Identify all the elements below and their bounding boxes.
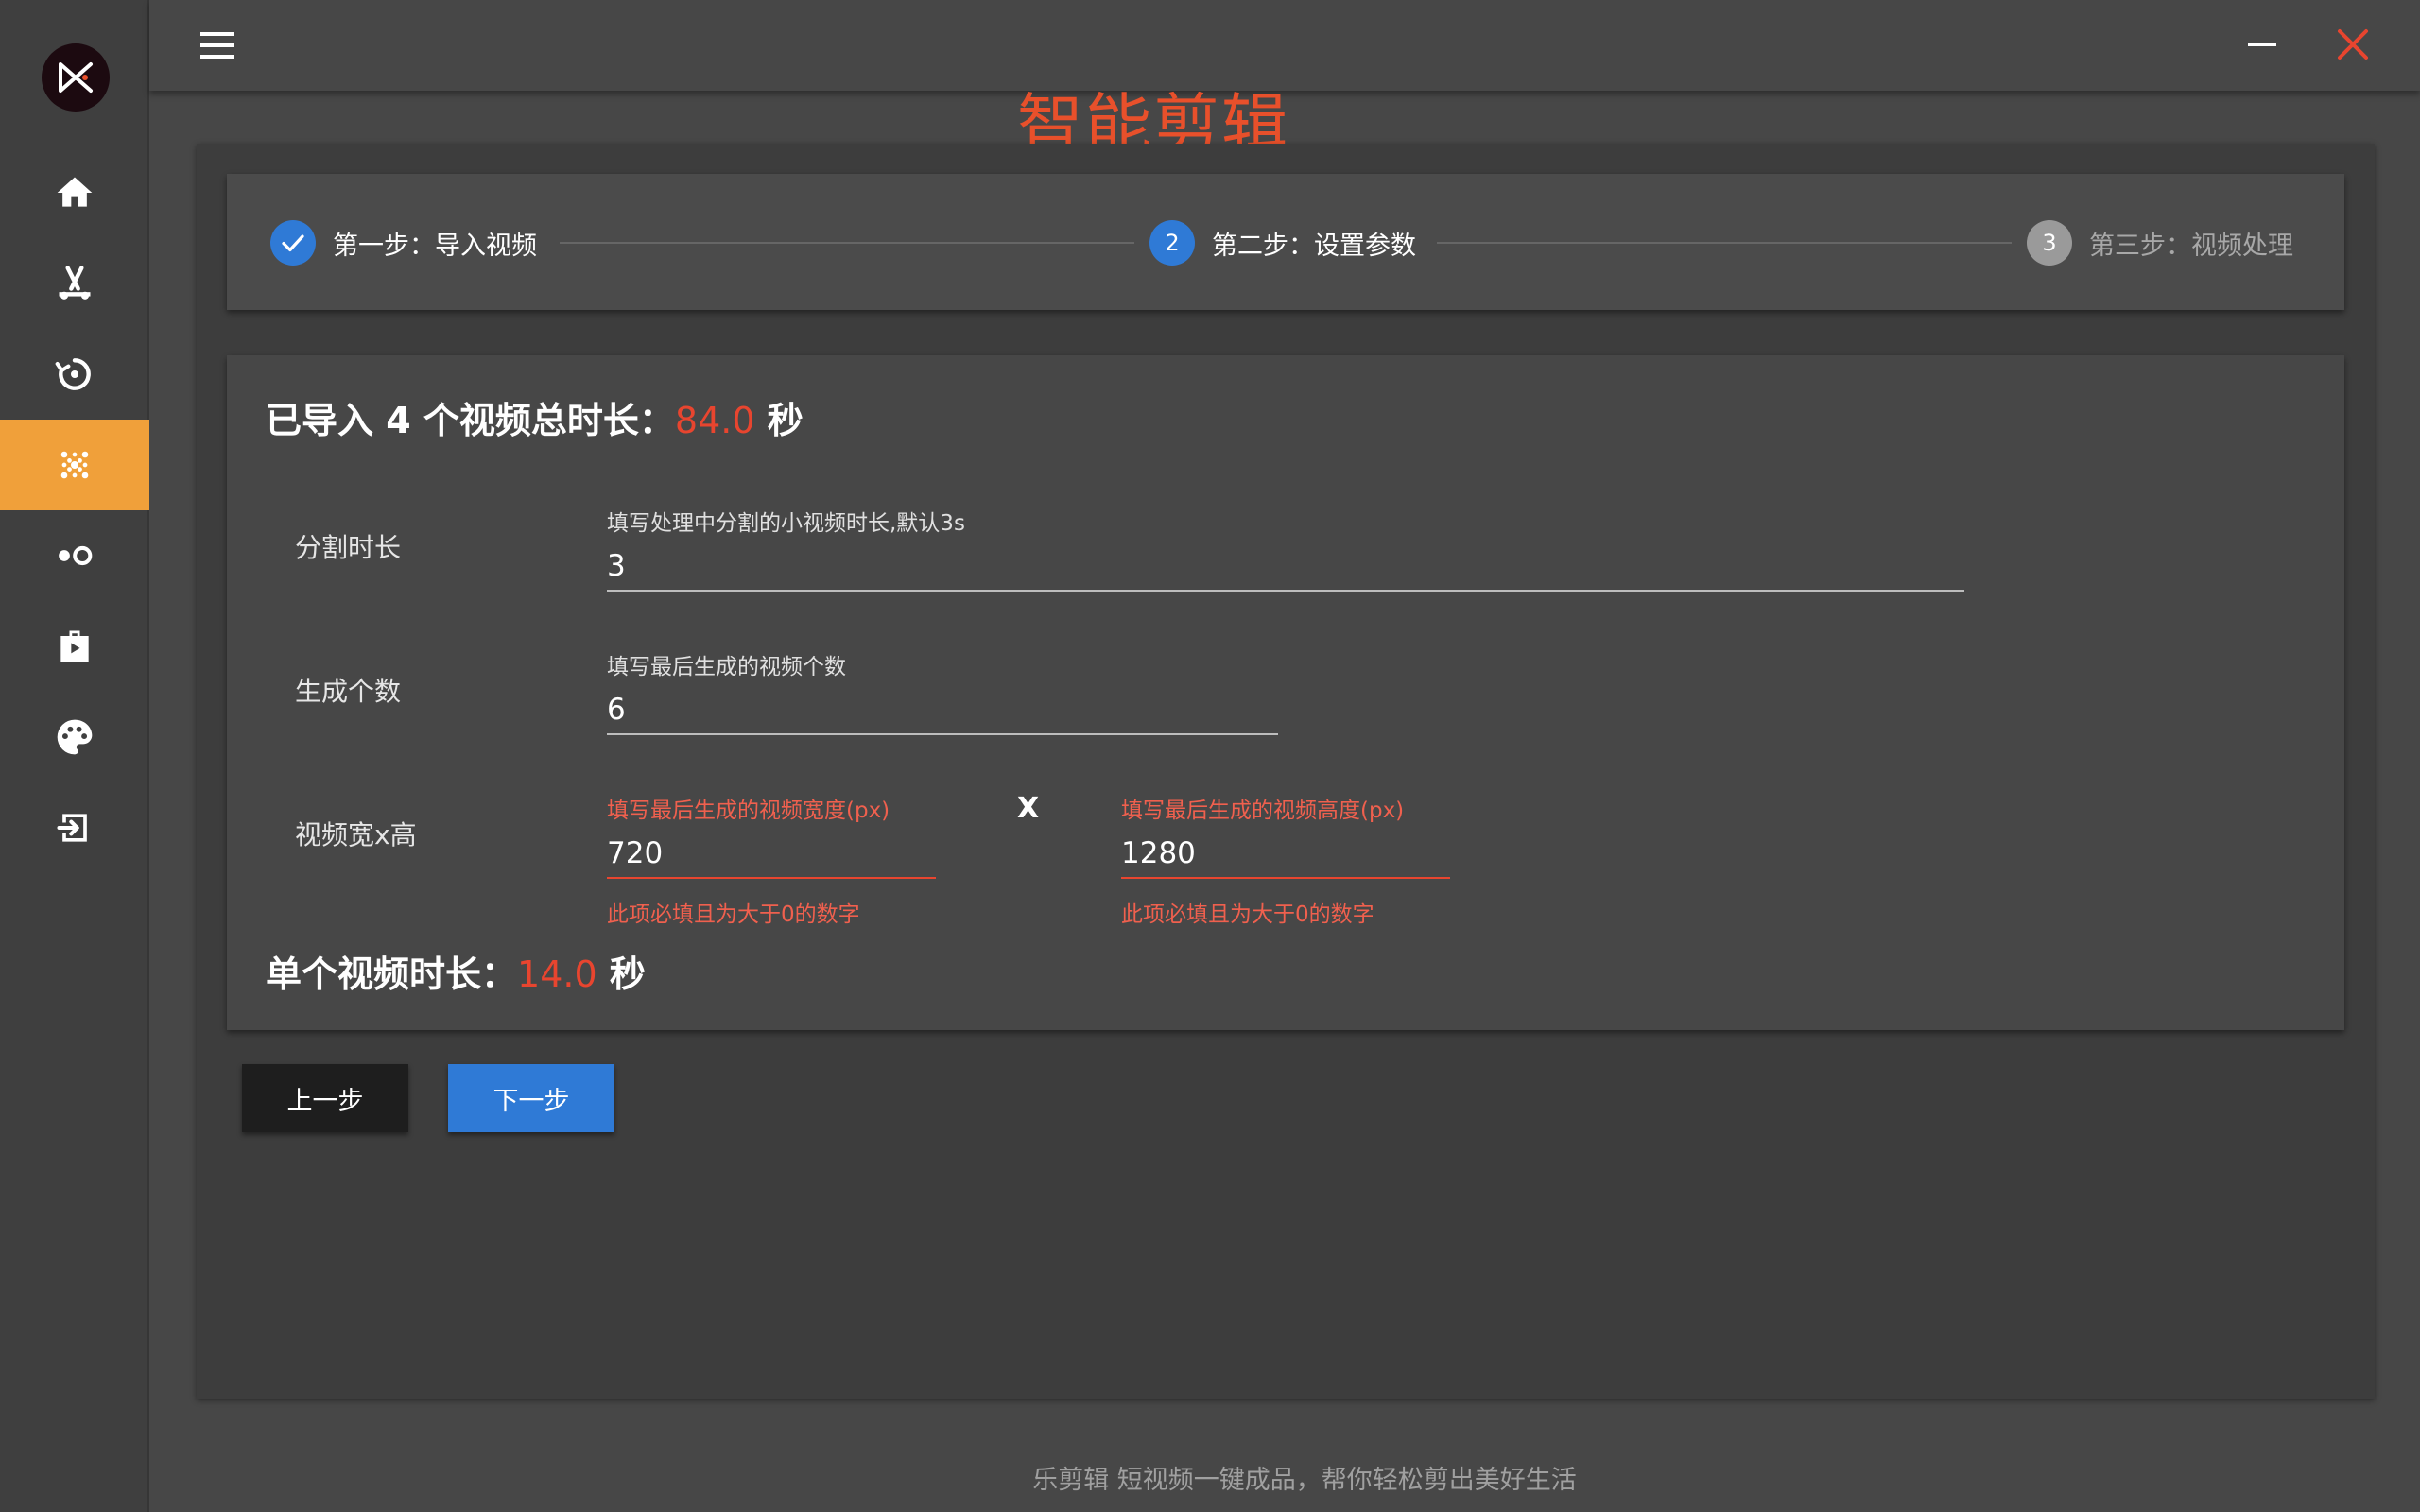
total-duration-value: 84.0 bbox=[674, 400, 755, 441]
hamburger-menu-icon[interactable] bbox=[199, 28, 236, 62]
sidebar-item-smart-edit[interactable] bbox=[0, 420, 149, 510]
step-params: 2 第二步：设置参数 bbox=[1150, 219, 1416, 266]
logout-icon bbox=[57, 814, 87, 842]
sidebar-item-cut[interactable] bbox=[0, 238, 149, 329]
video-width-error: 此项必填且为大于0的数字 bbox=[607, 902, 860, 927]
sidebar-item-toolbox[interactable] bbox=[0, 601, 149, 692]
video-height-hint: 填写最后生成的视频高度(px) bbox=[1121, 799, 1405, 823]
stepper: 第一步：导入视频 2 第二步：设置参数 3 第三步：视频处理 bbox=[227, 174, 2344, 310]
video-count-hint: 填写最后生成的视频个数 bbox=[607, 655, 846, 679]
total-duration-summary: 已导入 4 个视频总时长：84.0 秒 bbox=[266, 391, 804, 443]
video-count-input[interactable] bbox=[607, 690, 1278, 730]
single-unit: 秒 bbox=[609, 954, 646, 995]
check-icon bbox=[282, 234, 304, 252]
dots-grid-icon bbox=[60, 451, 89, 479]
single-duration-value: 14.0 bbox=[517, 954, 597, 995]
sidebar-item-toggle[interactable] bbox=[0, 510, 149, 601]
step-import: 第一步：导入视频 bbox=[270, 219, 537, 266]
sidebar bbox=[0, 0, 149, 1512]
split-duration-field: 填写处理中分割的小视频时长,默认3s bbox=[607, 505, 1964, 592]
split-duration-label: 分割时长 bbox=[295, 532, 402, 563]
split-duration-hint: 填写处理中分割的小视频时长,默认3s bbox=[607, 511, 965, 536]
field-underline bbox=[1121, 877, 1450, 879]
minimize-icon[interactable] bbox=[2246, 28, 2278, 60]
video-height-error: 此项必填且为大于0的数字 bbox=[1121, 902, 1374, 927]
sidebar-item-logout[interactable] bbox=[0, 782, 149, 873]
toggle-dots-icon bbox=[59, 545, 93, 566]
step-label: 第一步：导入视频 bbox=[333, 231, 537, 261]
home-icon bbox=[57, 177, 93, 207]
step-process: 3 第三步：视频处理 bbox=[2027, 219, 2293, 266]
params-card bbox=[227, 355, 2344, 1030]
video-count-label: 生成个数 bbox=[295, 676, 402, 707]
single-duration-summary: 单个视频时长：14.0 秒 bbox=[266, 945, 646, 997]
next-step-button[interactable]: 下一步 bbox=[448, 1064, 614, 1132]
scissors-icon bbox=[59, 266, 91, 300]
video-width-field: 填写最后生成的视频宽度(px) 此项必填且为大于0的数字 bbox=[607, 792, 936, 928]
step-label: 第二步：设置参数 bbox=[1212, 231, 1416, 261]
field-underline bbox=[607, 590, 1964, 592]
video-width-hint: 填写最后生成的视频宽度(px) bbox=[607, 799, 890, 823]
close-icon[interactable] bbox=[2335, 26, 2371, 62]
video-height-input[interactable] bbox=[1121, 833, 1450, 873]
step-connector bbox=[1437, 242, 2012, 244]
video-height-field: 填写最后生成的视频高度(px) 此项必填且为大于0的数字 bbox=[1121, 792, 1450, 928]
sidebar-item-history[interactable] bbox=[0, 329, 149, 420]
step-number: 2 bbox=[1150, 220, 1195, 266]
step-connector bbox=[560, 242, 1134, 244]
prev-step-button[interactable]: 上一步 bbox=[242, 1064, 408, 1132]
summary-prefix: 已导入 4 个视频总时长： bbox=[266, 400, 675, 441]
video-width-input[interactable] bbox=[607, 833, 936, 873]
video-size-label: 视频宽x高 bbox=[295, 819, 417, 850]
field-underline bbox=[607, 733, 1278, 735]
summary-unit: 秒 bbox=[767, 400, 804, 441]
video-count-field: 填写最后生成的视频个数 bbox=[607, 648, 1278, 735]
logo-icon bbox=[59, 62, 93, 93]
step-number: 3 bbox=[2027, 220, 2072, 266]
footer-slogan: 乐剪辑 短视频一键成品，帮你轻松剪出美好生活 bbox=[1032, 1466, 1577, 1495]
sidebar-item-home[interactable] bbox=[0, 147, 149, 238]
palette-icon bbox=[57, 719, 93, 755]
step-label: 第三步：视频处理 bbox=[2089, 231, 2293, 261]
size-separator: X bbox=[1017, 792, 1040, 825]
sidebar-item-theme[interactable] bbox=[0, 692, 149, 782]
split-duration-input[interactable] bbox=[607, 546, 1964, 586]
history-icon bbox=[55, 358, 91, 390]
app-logo bbox=[42, 43, 110, 112]
field-underline bbox=[607, 877, 936, 879]
briefcase-icon bbox=[60, 630, 89, 662]
step-done-circle bbox=[270, 220, 316, 266]
single-prefix: 单个视频时长： bbox=[266, 954, 518, 995]
